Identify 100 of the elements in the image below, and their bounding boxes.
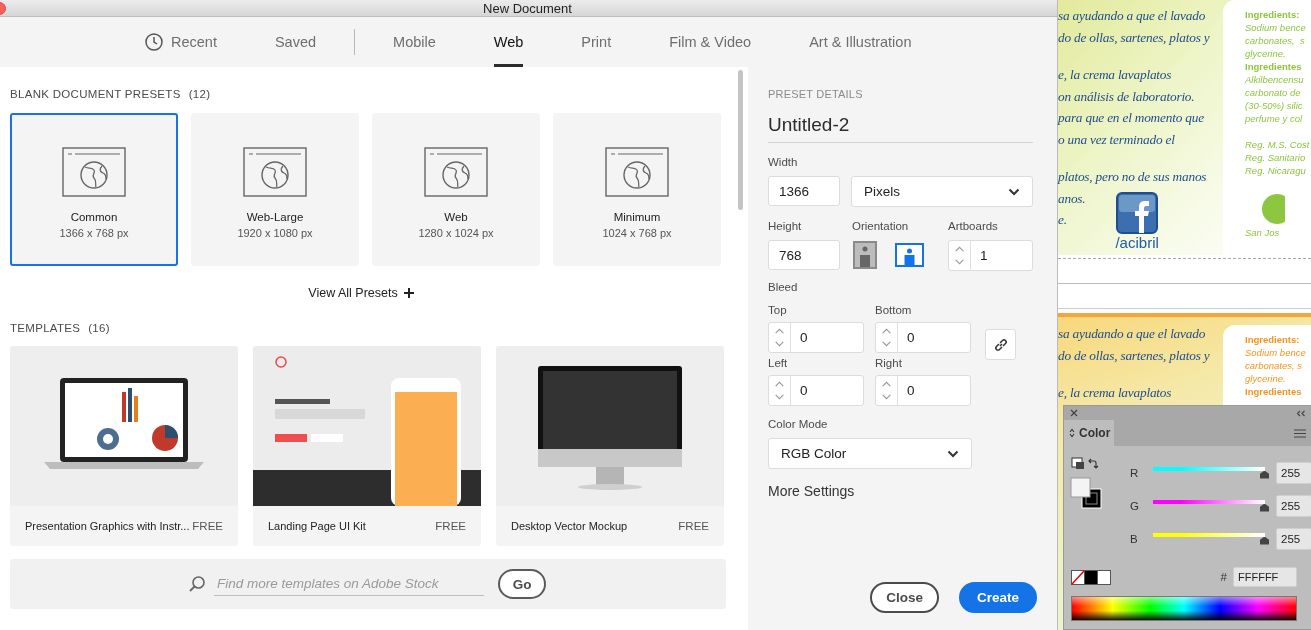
- field-label: Bleed: [768, 281, 799, 295]
- tab[interactable]: Web: [493, 17, 524, 67]
- registration-text: Reg. M.S. Cost Reg. Sanitario Reg. Nicaragu: [1245, 138, 1311, 177]
- template-card[interactable]: Presentation Graphics with Instr... FREE: [10, 346, 238, 546]
- tab[interactable]: Recent: [145, 17, 217, 67]
- chevron-down-icon: [947, 449, 959, 458]
- unit-select[interactable]: Pixels: [851, 176, 1033, 207]
- color-slider[interactable]: [1150, 465, 1268, 480]
- go-button[interactable]: Go: [498, 569, 546, 599]
- preset-card[interactable]: Minimum 1024 x 768 px: [553, 113, 721, 266]
- paragraph-text: e, la crema lavaplatos on análisis de laboratorio. para que en el momento que o una vez terminado el: [1058, 66, 1205, 149]
- count-text: (12): [188, 88, 211, 100]
- portrait-button[interactable]: [853, 240, 877, 270]
- browser-globe-icon: [243, 147, 307, 197]
- number-stepper[interactable]: 1: [948, 240, 1033, 271]
- field-label: Artboards: [948, 220, 999, 234]
- color-spectrum[interactable]: [1071, 596, 1297, 621]
- ingredients-heading: Ingredients:: [1245, 333, 1301, 346]
- swatches-drawing[interactable]: [1071, 569, 1111, 585]
- number-stepper[interactable]: 0: [875, 322, 971, 353]
- color-mode-select[interactable]: RGB Color: [768, 438, 972, 469]
- ingredients-heading: Ingredientes: [1245, 385, 1303, 398]
- number-field[interactable]: 1: [971, 248, 1032, 263]
- close-button[interactable]: Close: [870, 582, 939, 613]
- ingredients-text: Sodium bence carbonates, s glycerine.: [1245, 346, 1307, 385]
- color-slider[interactable]: [1150, 498, 1268, 513]
- search-field[interactable]: Find more templates on Adobe Stock: [214, 572, 484, 596]
- field-label: Color Mode: [768, 418, 829, 432]
- create-button[interactable]: Create: [958, 582, 1037, 613]
- window-title: New Document: [482, 0, 573, 16]
- menu-icon[interactable]: [1294, 428, 1306, 438]
- value-field[interactable]: 255: [1276, 527, 1311, 550]
- tab[interactable]: Mobile: [393, 17, 436, 67]
- hex-label: #: [1220, 571, 1227, 583]
- width-field[interactable]: 1366: [768, 176, 840, 206]
- tab[interactable]: Print: [581, 17, 612, 67]
- color-slider[interactable]: [1150, 531, 1268, 546]
- browser-globe-icon: [424, 147, 488, 197]
- browser-globe-icon: [62, 147, 126, 197]
- field-label: Right: [875, 357, 903, 371]
- paragraph-text: e, la crema lavaplatos: [1058, 384, 1173, 402]
- count-text: (16): [88, 322, 110, 334]
- field-label: Left: [768, 357, 789, 371]
- ingredients-heading: Ingredients:: [1245, 8, 1301, 21]
- chevron-down-icon: [1008, 187, 1020, 196]
- number-field[interactable]: 0: [791, 383, 863, 398]
- value-field[interactable]: 255: [1276, 461, 1311, 484]
- ingredients-text: Alkilbencensu carbonato de (30-50%) silic perfume y col: [1245, 73, 1305, 125]
- document-name-field[interactable]: Untitled-2: [768, 112, 1033, 143]
- view-all-presets-link[interactable]: View All Presets: [308, 286, 414, 300]
- tab[interactable]: Film & Video: [669, 17, 752, 67]
- more-settings-link[interactable]: More Settings: [768, 483, 855, 499]
- ingredients-text: Sodium bence carbonates, s glycerine.: [1245, 21, 1307, 60]
- hex-field[interactable]: FFFFFF: [1233, 567, 1297, 587]
- preset-card[interactable]: Common 1366 x 768 px: [10, 113, 178, 266]
- plus-icon: [403, 288, 414, 298]
- sort-arrows-icon: [1069, 428, 1075, 438]
- slider-thumb[interactable]: [1260, 503, 1269, 512]
- slider-thumb[interactable]: [1260, 536, 1269, 545]
- number-field[interactable]: 0: [898, 383, 970, 398]
- tab[interactable]: Saved: [274, 17, 317, 67]
- preset-card[interactable]: Web-Large 1920 x 1080 px: [191, 113, 359, 266]
- number-stepper[interactable]: 0: [768, 322, 864, 353]
- height-field[interactable]: 768: [768, 240, 840, 270]
- channel-label: B: [1130, 532, 1139, 545]
- template-card[interactable]: Landing Page UI Kit FREE: [253, 346, 481, 546]
- channel-label: R: [1130, 466, 1140, 479]
- location-text: San Jos: [1245, 226, 1281, 239]
- template-card[interactable]: Desktop Vector Mockup FREE: [496, 346, 724, 546]
- slider-thumb[interactable]: [1260, 470, 1269, 479]
- search-icon: [188, 575, 206, 593]
- ingredients-heading: Ingredientes: [1245, 60, 1303, 73]
- paragraph-text: sa ayudando a que el lavado do de ollas, sartenes, platos y: [1058, 325, 1211, 365]
- paragraph-text: sa ayudando a que el lavado do de ollas, sartenes, platos y: [1058, 7, 1211, 47]
- collapse-icon[interactable]: [1296, 409, 1306, 417]
- close-icon[interactable]: [1070, 409, 1078, 417]
- panel-tab[interactable]: Color: [1064, 420, 1114, 446]
- section-title: PRESET DETAILS: [768, 88, 864, 100]
- panel-title: Color: [1079, 426, 1111, 440]
- field-label: Top: [768, 304, 788, 318]
- value-field[interactable]: 255: [1276, 494, 1311, 517]
- paragraph-text: anos. e.: [1058, 189, 1086, 229]
- paragraph-text: platos, pero no de sus manos: [1058, 168, 1208, 186]
- preset-card[interactable]: Web 1280 x 1024 px: [372, 113, 540, 266]
- field-label: Height: [768, 220, 803, 234]
- landscape-button[interactable]: [895, 240, 924, 270]
- scrollbar[interactable]: [738, 70, 743, 210]
- clock-icon: [145, 33, 163, 51]
- number-stepper[interactable]: 0: [875, 375, 971, 406]
- field-label: Orientation: [852, 220, 910, 234]
- field-label: Width: [768, 156, 799, 170]
- number-stepper[interactable]: 0: [768, 375, 864, 406]
- tab[interactable]: Art & Illustration: [809, 17, 912, 67]
- number-field[interactable]: 0: [791, 330, 863, 345]
- facebook-icon: [1116, 191, 1159, 234]
- link-button[interactable]: [985, 329, 1016, 360]
- social-handle: /acibril: [1115, 233, 1159, 251]
- number-field[interactable]: 0: [898, 330, 970, 345]
- field-label: Bottom: [875, 304, 913, 318]
- section-title: TEMPLATES: [10, 322, 81, 334]
